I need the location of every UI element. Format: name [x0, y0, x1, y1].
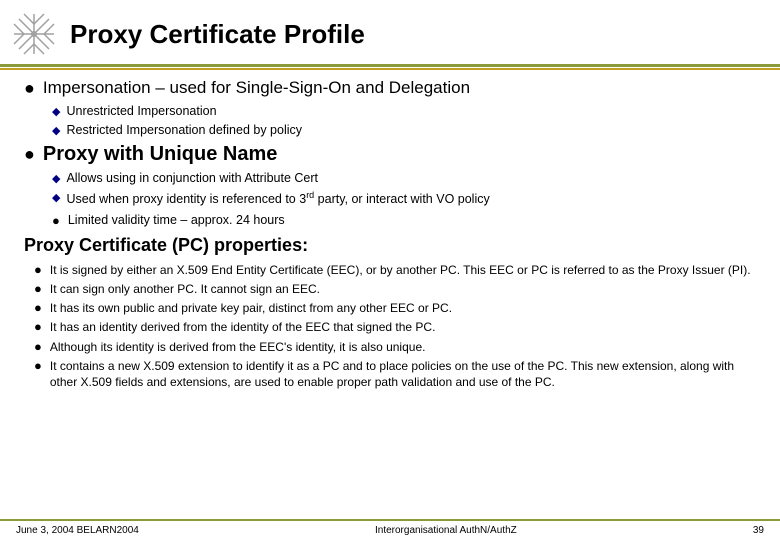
pc-item-text-0: It is signed by either an X.509 End Enti… — [50, 262, 751, 278]
pc-item-1: ● It can sign only another PC. It cannot… — [34, 281, 756, 297]
sub-text-used-when: Used when proxy identity is referenced t… — [66, 189, 489, 208]
pc-item-5: ● It contains a new X.509 extension to i… — [34, 358, 756, 390]
slide-title: Proxy Certificate Profile — [70, 19, 365, 50]
pc-item-2: ● It has its own public and private key … — [34, 300, 756, 316]
pc-item-4: ● Although its identity is derived from … — [34, 339, 756, 355]
footer-conference: Interorganisational AuthN/AuthZ — [375, 525, 517, 536]
sub-bullet-allows: ◆ Allows using in conjunction with Attri… — [52, 170, 756, 187]
footer-date: June 3, 2004 BELARN2004 — [16, 525, 139, 536]
pc-bullet-icon-4: ● — [34, 339, 42, 355]
slide-container: Proxy Certificate Profile ● Impersonatio… — [0, 0, 780, 540]
pc-item-text-2: It has its own public and private key pa… — [50, 300, 452, 316]
limited-validity-bullet: ● Limited validity time – approx. 24 hou… — [52, 212, 756, 229]
bullet-proxy: ● Proxy with Unique Name — [24, 143, 756, 166]
limited-validity-text: Limited validity time – approx. 24 hours — [68, 212, 285, 229]
slide-footer: June 3, 2004 BELARN2004 Interorganisatio… — [0, 519, 780, 540]
diamond-icon-3: ◆ — [52, 172, 60, 185]
pc-bullet-icon-1: ● — [34, 281, 42, 297]
sub-bullet-restricted: ◆ Restricted Impersonation defined by po… — [52, 122, 756, 139]
sub-bullet-used-when: ◆ Used when proxy identity is referenced… — [52, 189, 756, 208]
impersonation-subbullets: ◆ Unrestricted Impersonation ◆ Restricte… — [52, 103, 756, 139]
footer-page-number: 39 — [753, 525, 764, 536]
bullet-icon-1: ● — [24, 78, 35, 99]
sub-bullet-unrestricted: ◆ Unrestricted Impersonation — [52, 103, 756, 120]
pc-item-text-1: It can sign only another PC. It cannot s… — [50, 281, 320, 297]
diamond-icon-4: ◆ — [52, 191, 60, 204]
logo — [10, 10, 58, 58]
sub-text-restricted: Restricted Impersonation defined by poli… — [66, 122, 302, 139]
pc-item-3: ● It has an identity derived from the id… — [34, 319, 756, 335]
pc-item-text-5: It contains a new X.509 extension to ide… — [50, 358, 756, 390]
bullet-icon-2: ● — [24, 144, 35, 165]
slide-header: Proxy Certificate Profile — [0, 0, 780, 67]
diamond-icon-2: ◆ — [52, 124, 60, 137]
bullet-impersonation: ● Impersonation – used for Single-Sign-O… — [24, 77, 756, 99]
pc-bullet-icon-2: ● — [34, 300, 42, 316]
pc-section-title: Proxy Certificate (PC) properties: — [24, 235, 756, 256]
pc-bullet-icon-0: ● — [34, 262, 42, 278]
bullet-impersonation-text: Impersonation – used for Single-Sign-On … — [43, 77, 470, 99]
proxy-subbullets: ◆ Allows using in conjunction with Attri… — [52, 170, 756, 208]
diamond-icon-1: ◆ — [52, 105, 60, 118]
sub-text-allows: Allows using in conjunction with Attribu… — [66, 170, 318, 187]
pc-bullet-icon-3: ● — [34, 319, 42, 335]
main-content: ● Impersonation – used for Single-Sign-O… — [0, 67, 780, 399]
pc-item-0: ● It is signed by either an X.509 End En… — [34, 262, 756, 278]
bullet-proxy-text: Proxy with Unique Name — [43, 143, 278, 166]
bullet-icon-3: ● — [52, 213, 60, 229]
pc-bullets-list: ● It is signed by either an X.509 End En… — [34, 262, 756, 390]
pc-item-text-4: Although its identity is derived from th… — [50, 339, 426, 355]
pc-bullet-icon-5: ● — [34, 358, 42, 374]
sub-text-unrestricted: Unrestricted Impersonation — [66, 103, 216, 120]
pc-item-text-3: It has an identity derived from the iden… — [50, 319, 436, 335]
